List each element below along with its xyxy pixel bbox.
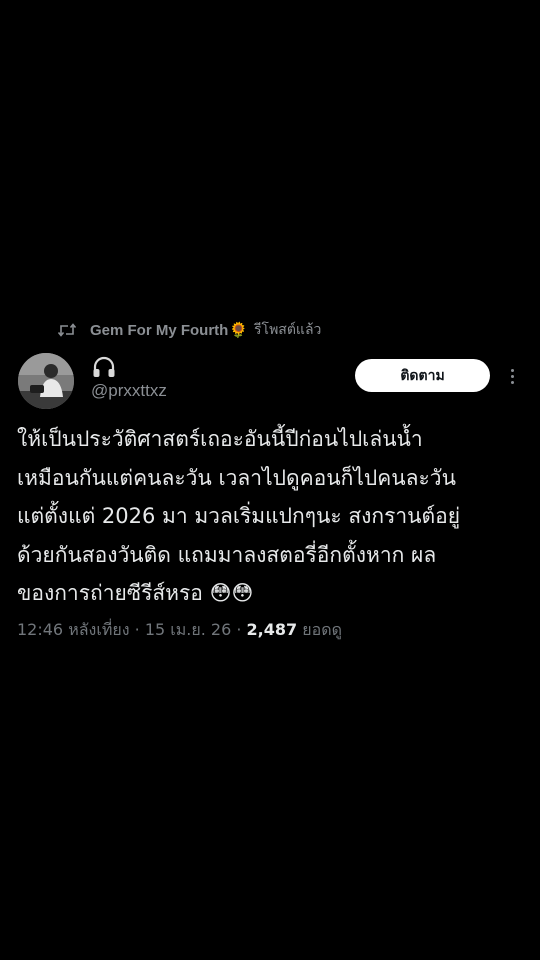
views-label: ยอดดู: [297, 620, 343, 639]
follow-button[interactable]: ติดตาม: [355, 359, 490, 392]
meta-separator: ·: [129, 620, 145, 639]
tweet-meta: 12:46 หลังเที่ยง · 15 เม.ย. 26 · 2,487 ย…: [17, 618, 342, 643]
more-icon[interactable]: [503, 364, 521, 388]
repost-action-label: รีโพสต์แล้ว: [254, 322, 322, 338]
views-count: 2,487: [246, 620, 298, 639]
tweet-text: ให้เป็นประวัติศาสตร์เถอะอันนี้ปีก่อนไปเล…: [17, 427, 461, 605]
meta-separator-2: ·: [231, 620, 247, 639]
avatar[interactable]: [18, 353, 74, 409]
author-handle[interactable]: @prxxttxz: [91, 381, 167, 401]
repost-icon: [58, 322, 78, 338]
headphone-icon: [91, 355, 167, 379]
author-block: @prxxttxz: [91, 355, 167, 401]
sunflower-emoji: 🌻: [229, 321, 249, 339]
reposter-name[interactable]: Gem For My Fourth: [90, 322, 228, 339]
tweet-time: 12:46 หลังเที่ยง: [17, 620, 130, 639]
tweet-date[interactable]: 15 เม.ย. 26: [145, 620, 231, 639]
repost-header: Gem For My Fourth 🌻 รีโพสต์แล้ว: [58, 316, 321, 344]
